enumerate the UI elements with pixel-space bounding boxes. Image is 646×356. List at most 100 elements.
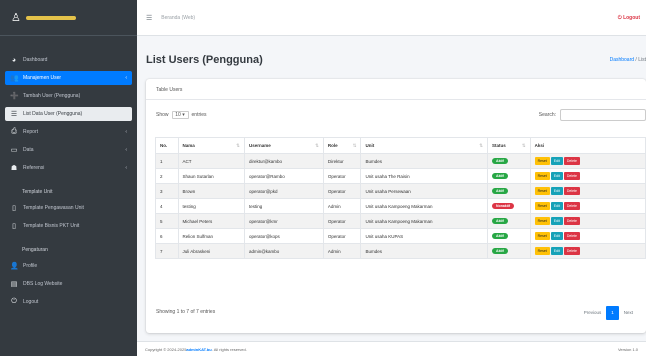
- file-icon: ▯: [12, 205, 16, 212]
- status-badge: Aktif: [492, 188, 508, 194]
- sidebar-menu: ◕ Dashboard 👥 Manajemen User ‹ ➕ Tambah …: [0, 36, 137, 175]
- column-header-aksi: Aksi: [529, 137, 646, 154]
- cell-username: operator@kops: [243, 228, 324, 244]
- cell-username: direktur@kambo: [243, 153, 324, 169]
- sort-icon: ⇅: [352, 142, 357, 148]
- column-header-role[interactable]: Role ⇅: [322, 137, 362, 154]
- edit-button[interactable]: Edit: [550, 157, 563, 165]
- reset-button[interactable]: Reset: [534, 202, 550, 210]
- sidebar: ♙ adminKambo ◕ Dashboard 👥 Manajemen Use…: [0, 0, 137, 356]
- sidebar-item-manajemen-user[interactable]: 👥 Manajemen User ‹: [5, 71, 132, 85]
- cell-actions: Reset Edit Delete: [529, 228, 646, 244]
- cell-status: Aktif: [487, 243, 531, 259]
- cell-no: 2: [155, 168, 179, 184]
- database-icon: ▭: [10, 147, 18, 154]
- version-text: Version 1.0: [617, 346, 638, 352]
- search-input[interactable]: [560, 109, 646, 121]
- cell-role: Operator: [322, 213, 362, 229]
- cell-status: Aktif: [487, 183, 531, 199]
- delete-button[interactable]: Delete: [563, 172, 580, 180]
- nav-home-link[interactable]: Beranda (Web): [161, 15, 195, 21]
- reset-button[interactable]: Reset: [534, 247, 550, 255]
- reset-button[interactable]: Reset: [534, 187, 550, 195]
- card-title: Table Users: [146, 79, 646, 100]
- sort-icon: ⇅: [521, 142, 526, 148]
- reset-button[interactable]: Reset: [534, 217, 550, 225]
- reset-button[interactable]: Reset: [534, 232, 550, 240]
- cell-nama: Relion Sulfman: [177, 228, 245, 244]
- pagination-page-1[interactable]: 1: [606, 306, 619, 320]
- cell-nama: testing: [177, 198, 245, 214]
- sidebar-item-referensi[interactable]: ☗ Referensi ‹: [5, 161, 132, 175]
- column-header-username[interactable]: Username ⇅: [243, 137, 324, 154]
- sort-icon: ⇅: [315, 142, 319, 148]
- edit-button[interactable]: Edit: [550, 172, 563, 180]
- cell-status: Nonaktif: [487, 198, 531, 214]
- delete-button[interactable]: Delete: [563, 217, 580, 225]
- pagination-next[interactable]: Next: [619, 306, 638, 320]
- main-footer: Copyright © 2024-2025 adminKAT.bu . All …: [137, 341, 646, 356]
- logout-link[interactable]: ⏻ Logout: [618, 15, 640, 21]
- column-header-unit[interactable]: Unit ⇅: [360, 137, 489, 154]
- sidebar-section-header: Template Unit: [22, 189, 53, 195]
- delete-button[interactable]: Delete: [563, 202, 580, 210]
- delete-button[interactable]: Delete: [563, 232, 580, 240]
- column-header-status[interactable]: Status ⇅: [487, 137, 531, 154]
- cell-unit: Unit usaha Persewaan: [360, 183, 489, 199]
- logout-label: Logout: [623, 14, 640, 21]
- cell-role: Admin: [322, 198, 362, 214]
- column-header-no[interactable]: No.: [155, 137, 179, 154]
- reset-button[interactable]: Reset: [534, 157, 550, 165]
- cell-unit: Bumdes: [360, 243, 489, 259]
- status-badge: Aktif: [492, 233, 508, 239]
- sidebar-item-report[interactable]: ⎙ Report ‹: [5, 125, 132, 139]
- delete-button[interactable]: Delete: [563, 187, 580, 195]
- status-badge: Aktif: [492, 173, 508, 179]
- delete-button[interactable]: Delete: [563, 157, 580, 165]
- sidebar-item-logout[interactable]: ⏻ Logout: [5, 295, 132, 309]
- delete-button[interactable]: Delete: [563, 247, 580, 255]
- table-row: 4 testing testing Admin Unit usaha Kampoeng …: [155, 198, 646, 214]
- table-row: 3 Brown operator@pkd Operator Unit usaha Per…: [155, 183, 646, 199]
- sidebar-item-tambah-user[interactable]: ➕ Tambah User (Pengguna): [5, 89, 132, 103]
- cell-username: operator@kmr: [243, 213, 324, 229]
- sidebar-item-template-bisnis[interactable]: ▯ Template Bisnis PKT Unit: [5, 219, 132, 233]
- pagination-previous[interactable]: Previous: [579, 306, 607, 320]
- top-navbar: ☰ Beranda (Web) ⏻ Logout: [137, 0, 646, 36]
- edit-button[interactable]: Edit: [550, 187, 563, 195]
- cell-role: Admin: [322, 243, 362, 259]
- reset-button[interactable]: Reset: [534, 172, 550, 180]
- chevron-left-icon: ‹: [125, 165, 127, 171]
- breadcrumb: Dashboard / List: [610, 57, 646, 63]
- cell-username: operator@Rambo: [243, 168, 324, 184]
- sidebar-menu-template: ▯ Template Pengawasan Unit ▯ Template Bi…: [0, 201, 137, 233]
- footer-link[interactable]: adminKAT.bu: [186, 347, 211, 352]
- table-row: 7 Juli Abraskeni admin@kambo Admin Bumdes Akt…: [155, 243, 646, 259]
- sidebar-menu-settings: 👤 Profile ▤ DBS Log Website ⏻ Logout: [0, 259, 137, 309]
- column-header-nama[interactable]: Nama ⇅: [177, 137, 245, 154]
- entries-select[interactable]: 10 ▾: [171, 111, 189, 119]
- sidebar-item-log[interactable]: ▤ DBS Log Website: [5, 277, 132, 291]
- cell-role: Direktur: [322, 153, 362, 169]
- cell-actions: Reset Edit Delete: [529, 243, 646, 259]
- edit-button[interactable]: Edit: [550, 217, 563, 225]
- sidebar-item-label: Referensi: [23, 165, 45, 171]
- cell-unit: Unit usaha The Raisin: [360, 168, 489, 184]
- sidebar-item-template-pengawasan[interactable]: ▯ Template Pengawasan Unit: [5, 201, 132, 215]
- sidebar-item-list-user[interactable]: ☰ List Data User (Pengguna): [5, 107, 132, 121]
- cell-username: operator@pkd: [243, 183, 324, 199]
- sidebar-item-label: Dashboard: [23, 57, 48, 63]
- sidebar-item-profile[interactable]: 👤 Profile: [5, 259, 132, 273]
- table-toolbar: Show 10 ▾ entries Search:: [156, 109, 646, 121]
- breadcrumb-home-link[interactable]: Dashboard: [610, 57, 634, 63]
- edit-button[interactable]: Edit: [550, 232, 563, 240]
- chevron-left-icon: ‹: [125, 147, 127, 153]
- sidebar-item-dashboard[interactable]: ◕ Dashboard: [5, 53, 132, 67]
- hamburger-icon[interactable]: ☰: [146, 14, 152, 22]
- brand[interactable]: ♙ adminKambo: [0, 0, 137, 36]
- edit-button[interactable]: Edit: [550, 202, 563, 210]
- sidebar-item-data[interactable]: ▭ Data ‹: [5, 143, 132, 157]
- cell-no: 4: [155, 198, 179, 214]
- edit-button[interactable]: Edit: [550, 247, 563, 255]
- brand-name: adminKambo: [26, 15, 76, 20]
